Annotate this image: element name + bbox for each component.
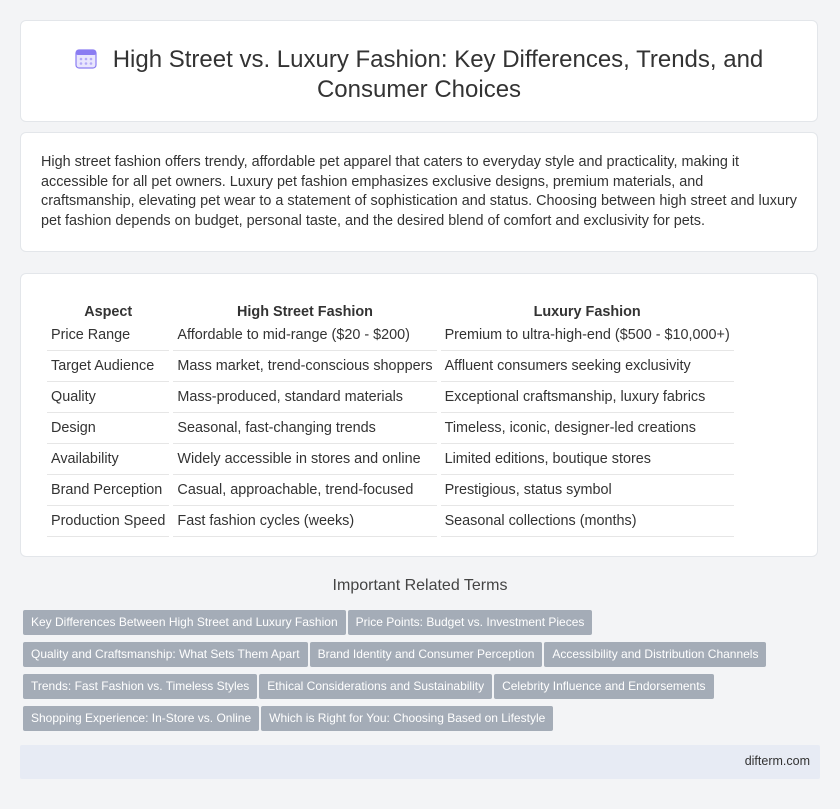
comparison-table: Aspect High Street Fashion Luxury Fashio… xyxy=(43,296,738,537)
summary-card: High street fashion offers trendy, affor… xyxy=(20,132,818,252)
column-header: High Street Fashion xyxy=(237,304,373,320)
table-cell: Casual, approachable, trend-focused xyxy=(173,475,437,506)
table-row: Brand Perception Casual, approachable, tr… xyxy=(47,475,734,506)
table-row: Availability Widely accessible in stores … xyxy=(47,444,734,475)
table-cell: Widely accessible in stores and online xyxy=(173,444,437,475)
related-term-tag[interactable]: Ethical Considerations and Sustainabilit… xyxy=(259,674,493,699)
table-cell: Quality xyxy=(47,382,170,413)
table-row: Production Speed Fast fashion cycles (wee… xyxy=(47,506,734,537)
table-cell: Premium to ultra-high-end ($500 - $10,00… xyxy=(440,320,734,351)
footer: difterm.com xyxy=(20,745,820,779)
related-terms-list: Key Differences Between High Street and … xyxy=(23,610,823,738)
table-cell: Seasonal, fast-changing trends xyxy=(173,413,437,444)
column-header: Luxury Fashion xyxy=(533,304,641,320)
table-cell: Target Audience xyxy=(47,351,170,382)
page-title: High Street vs. Luxury Fashion: Key Diff… xyxy=(21,21,817,105)
related-term-tag[interactable]: Accessibility and Distribution Channels xyxy=(544,642,767,667)
related-term-tag[interactable]: Brand Identity and Consumer Perception xyxy=(309,642,543,667)
table-cell: Affordable to mid-range ($20 - $200) xyxy=(173,320,437,351)
comparison-card: Aspect High Street Fashion Luxury Fashio… xyxy=(20,273,818,557)
table-cell: Prestigious, status symbol xyxy=(440,475,734,506)
related-term-tag[interactable]: Celebrity Influence and Endorsements xyxy=(494,674,714,699)
related-term-tag[interactable]: Trends: Fast Fashion vs. Timeless Styles xyxy=(23,674,258,699)
table-cell: Fast fashion cycles (weeks) xyxy=(173,506,437,537)
related-term-tag[interactable]: Quality and Craftsmanship: What Sets The… xyxy=(23,642,308,667)
table-row: Design Seasonal, fast-changing trends Time… xyxy=(47,413,734,444)
related-term-tag[interactable]: Price Points: Budget vs. Investment Piec… xyxy=(347,610,593,635)
title-card: High Street vs. Luxury Fashion: Key Diff… xyxy=(20,20,818,122)
related-term-tag[interactable]: Which is Right for You: Choosing Based o… xyxy=(261,706,554,731)
table-cell: Affluent consumers seeking exclusivity xyxy=(440,351,734,382)
related-term-tag[interactable]: Key Differences Between High Street and … xyxy=(23,610,346,635)
related-term-tag[interactable]: Shopping Experience: In-Store vs. Online xyxy=(23,706,260,731)
table-row: Target Audience Mass market, trend-consci… xyxy=(47,351,734,382)
table-cell: Mass-produced, standard materials xyxy=(173,382,437,413)
table-cell: Availability xyxy=(47,444,170,475)
table-cell: Price Range xyxy=(47,320,170,351)
footer-site[interactable]: difterm.com xyxy=(745,754,810,768)
table-cell: Limited editions, boutique stores xyxy=(440,444,734,475)
table-cell: Brand Perception xyxy=(47,475,170,506)
related-terms-title: Important Related Terms xyxy=(332,577,508,594)
table-row: Quality Mass-produced, standard materials… xyxy=(47,382,734,413)
table-header-row: Aspect High Street Fashion Luxury Fashio… xyxy=(47,296,734,320)
table-cell: Seasonal collections (months) xyxy=(440,506,734,537)
table-cell: Design xyxy=(47,413,170,444)
table-cell: Timeless, iconic, designer-led creations xyxy=(440,413,734,444)
table-cell: Exceptional craftsmanship, luxury fabric… xyxy=(440,382,734,413)
column-header: Aspect xyxy=(84,304,133,320)
table-cell: Mass market, trend-conscious shoppers xyxy=(173,351,437,382)
table-row: Price Range Affordable to mid-range ($20 … xyxy=(47,320,734,351)
table-cell: Production Speed xyxy=(47,506,170,537)
summary-text: High street fashion offers trendy, affor… xyxy=(41,154,797,229)
calendar-icon xyxy=(75,49,97,69)
